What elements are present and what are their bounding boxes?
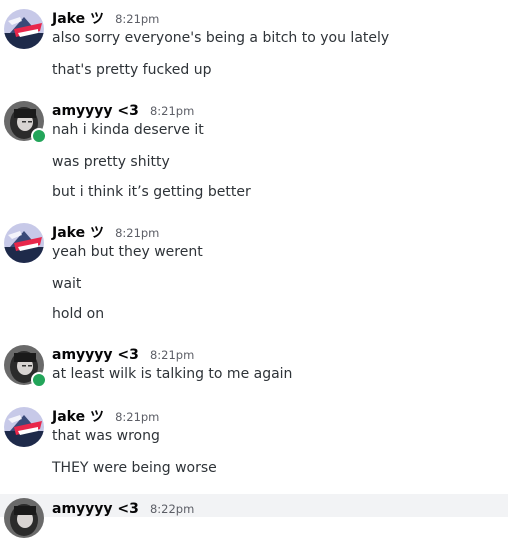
- jake-avatar-icon: [4, 407, 44, 447]
- message-text: wait: [52, 276, 82, 292]
- online-status-icon: [31, 128, 47, 144]
- message-text: nah i kinda deserve it: [52, 122, 204, 138]
- message-timestamp: 8:22pm: [149, 502, 195, 516]
- message-text: hold on: [52, 306, 105, 322]
- message-text: that was wrong: [52, 428, 160, 444]
- message-text: yeah but they werent: [52, 244, 203, 260]
- author-name[interactable]: amyyyy <3: [52, 347, 139, 363]
- message-text: at least wilk is talking to me again: [52, 366, 293, 382]
- message-group: Jake ツ 8:21pm also sorry everyone's bein…: [0, 0, 508, 88]
- message-group: amyyyy <3 8:21pm nah i kinda deserve it …: [0, 92, 508, 210]
- message-timestamp: 8:21pm: [115, 410, 160, 424]
- user-avatar[interactable]: [4, 223, 44, 263]
- jake-avatar-icon: [4, 223, 44, 263]
- online-status-icon: [31, 372, 47, 388]
- message-text: but i think it’s getting better: [52, 184, 251, 200]
- message-timestamp: 8:21pm: [115, 226, 160, 240]
- author-name[interactable]: Jake ツ: [52, 409, 104, 425]
- author-name[interactable]: Jake ツ: [52, 225, 104, 241]
- message-text: also sorry everyone's being a bitch to y…: [52, 30, 390, 46]
- user-avatar[interactable]: [4, 9, 44, 49]
- message-text: THEY were being worse: [52, 460, 217, 476]
- message-timestamp: 8:21pm: [115, 12, 160, 26]
- amy-avatar-icon: [4, 498, 44, 538]
- message-timestamp: 8:21pm: [149, 104, 195, 118]
- message-list: Jake ツ 8:21pm also sorry everyone's bein…: [0, 0, 508, 538]
- author-name[interactable]: Jake ツ: [52, 11, 104, 27]
- message-text: was pretty shitty: [52, 154, 170, 170]
- message-group[interactable]: amyyyy <3 8:22pm: [0, 494, 508, 538]
- jake-avatar-icon: [4, 9, 44, 49]
- author-name[interactable]: amyyyy <3: [52, 501, 139, 517]
- message-group: Jake ツ 8:21pm yeah but they werent wait …: [0, 214, 508, 332]
- user-avatar[interactable]: [4, 498, 44, 538]
- message-text: that's pretty fucked up: [52, 62, 212, 78]
- message-timestamp: 8:21pm: [149, 348, 195, 362]
- author-name[interactable]: amyyyy <3: [52, 103, 139, 119]
- user-avatar[interactable]: [4, 407, 44, 447]
- message-group: Jake ツ 8:21pm that was wrong THEY were b…: [0, 398, 508, 488]
- message-group: amyyyy <3 8:21pm at least wilk is talkin…: [0, 336, 508, 392]
